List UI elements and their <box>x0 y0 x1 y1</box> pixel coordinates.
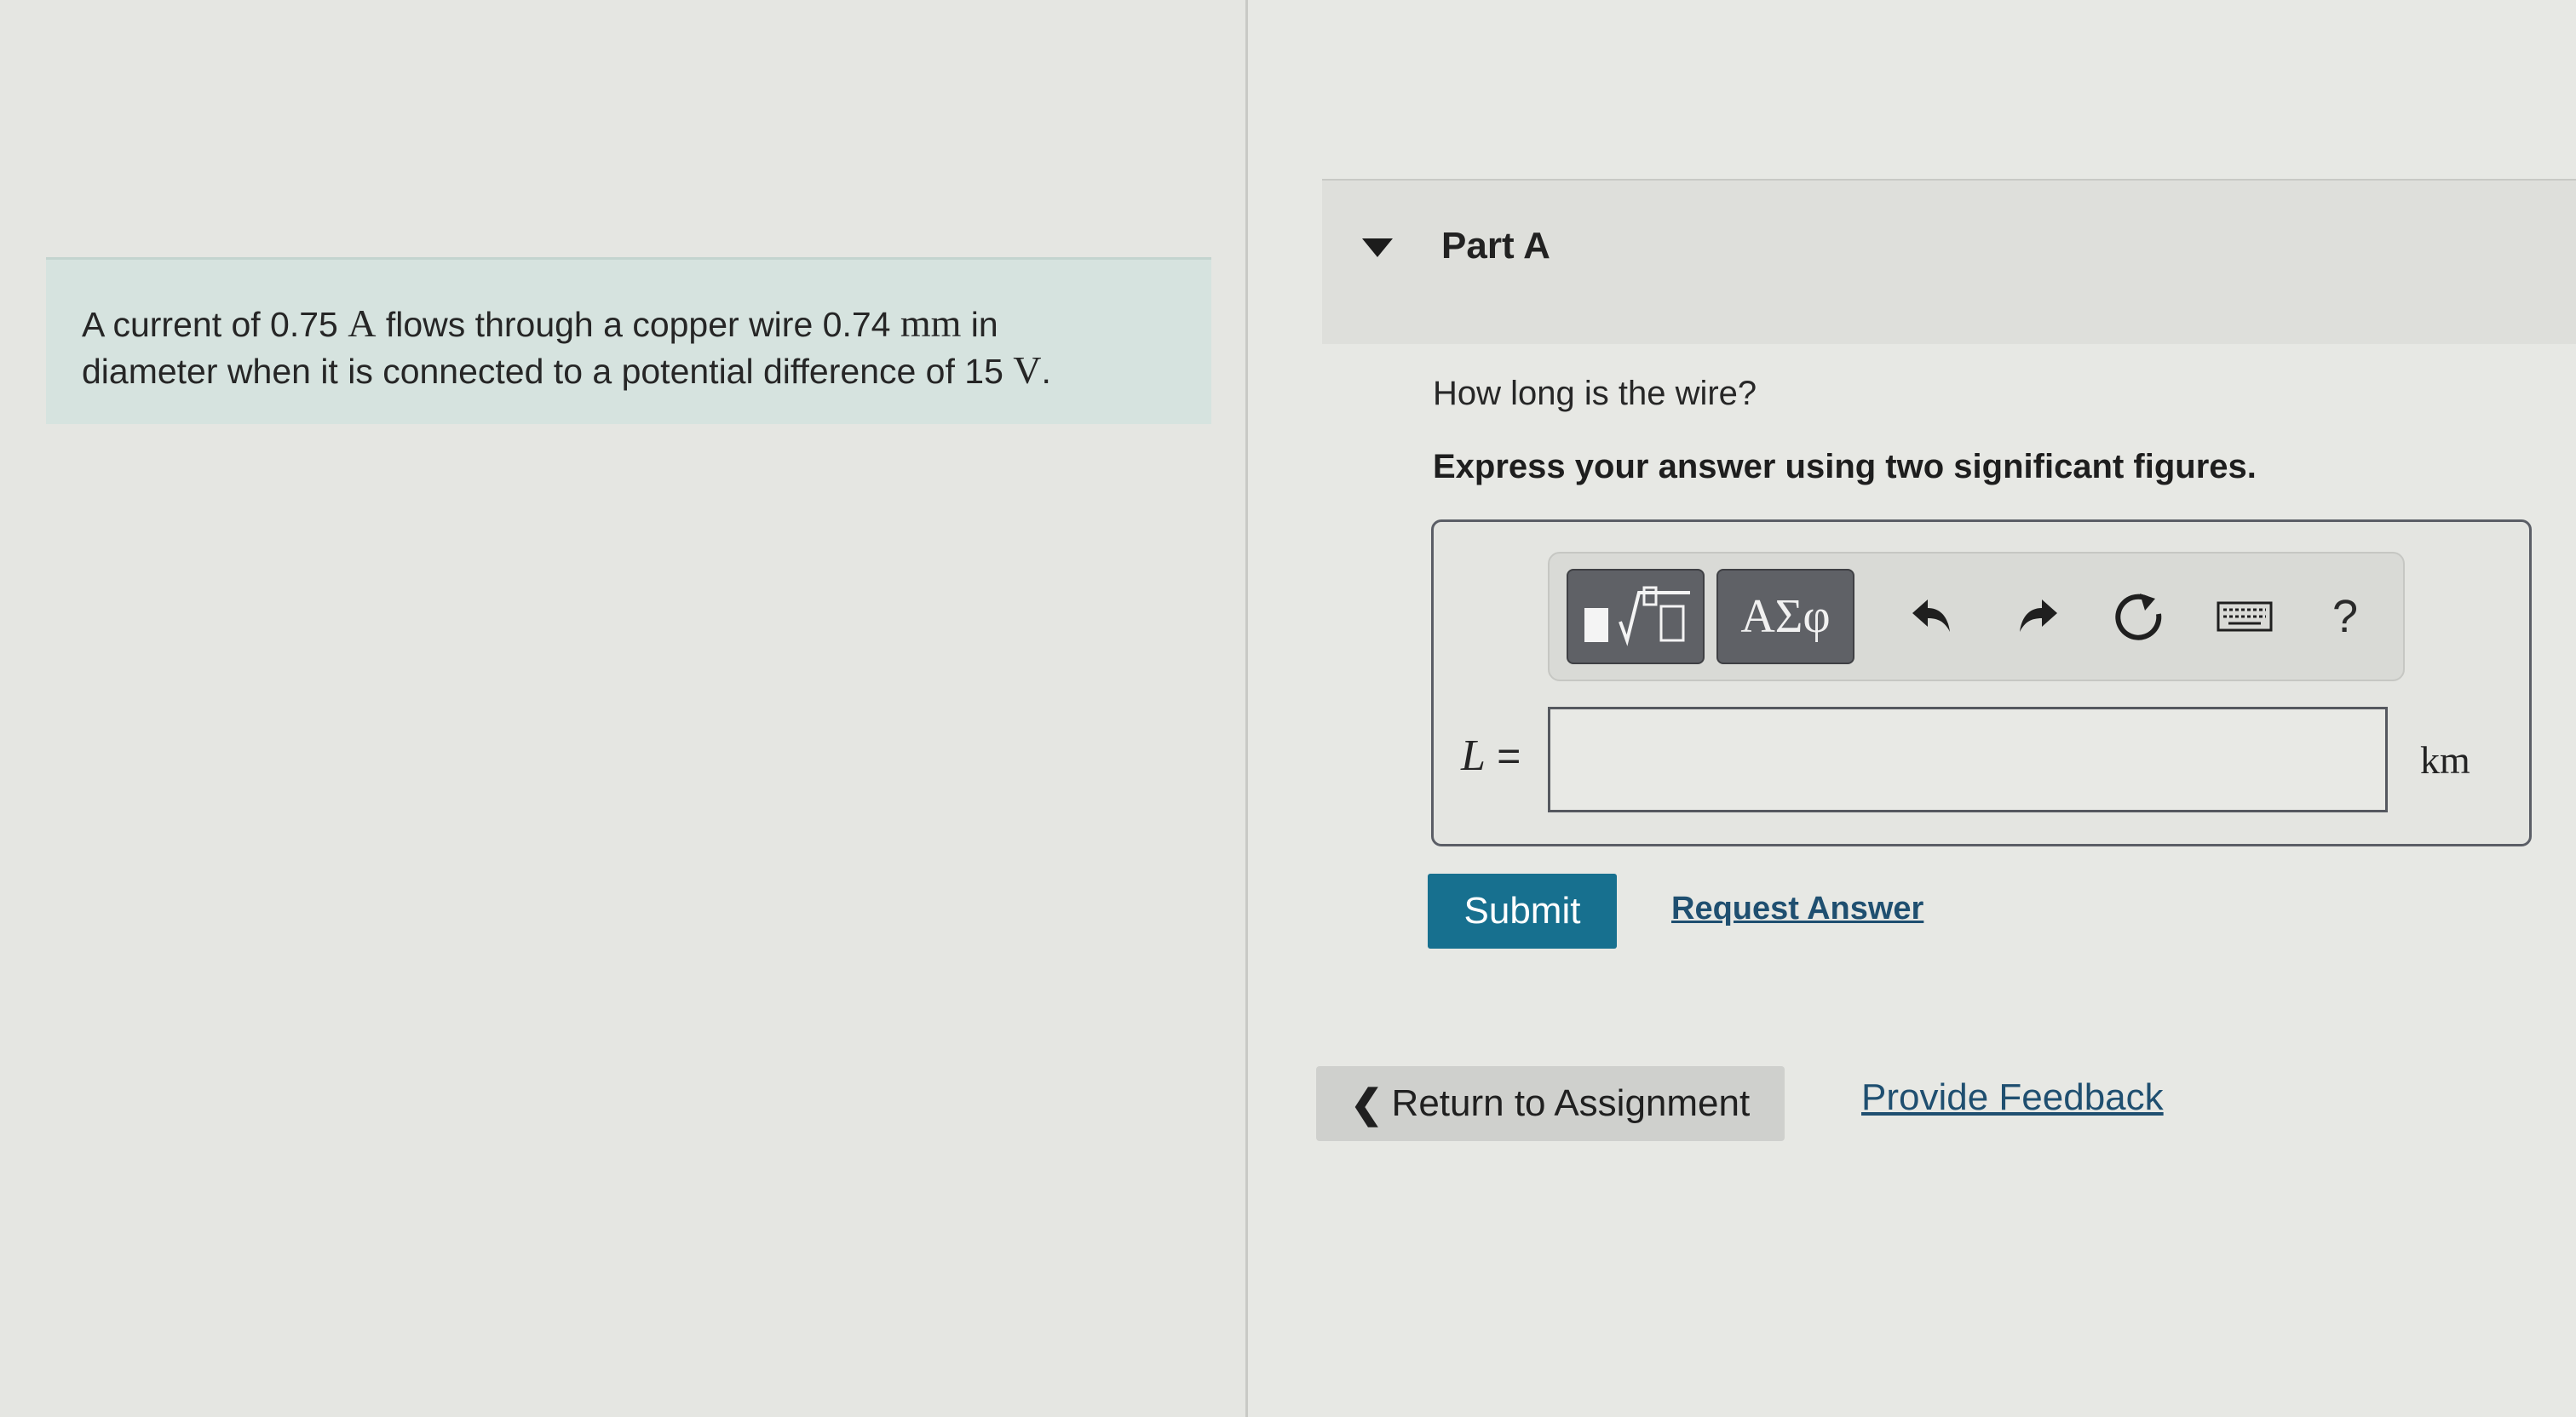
answer-unit-label: km <box>2420 738 2470 782</box>
question-text: How long is the wire? <box>1433 375 1757 412</box>
equals-sign: = <box>1497 734 1521 779</box>
templates-button[interactable] <box>1567 569 1705 664</box>
chevron-left-icon: ❮ <box>1350 1081 1383 1126</box>
submit-button[interactable]: Submit <box>1428 874 1617 949</box>
collapse-triangle-icon[interactable] <box>1362 238 1393 257</box>
keyboard-icon[interactable] <box>2202 569 2287 664</box>
problem-statement-box: A current of 0.75 A flows through a copp… <box>46 257 1211 424</box>
problem-pane: A current of 0.75 A flows through a copp… <box>0 0 1245 1417</box>
problem-text-segment: . <box>1041 352 1051 391</box>
undo-icon[interactable] <box>1890 569 1975 664</box>
variable-symbol: L <box>1461 731 1486 780</box>
answer-variable-label: L = <box>1461 731 1521 781</box>
problem-text-segment: A current of 0.75 <box>82 305 348 344</box>
problem-text-segment: diameter when it is connected to a poten… <box>82 352 1014 391</box>
request-answer-link[interactable]: Request Answer <box>1671 891 1923 927</box>
reset-icon[interactable] <box>2098 569 2183 664</box>
problem-statement: A current of 0.75 A flows through a copp… <box>82 301 1189 394</box>
problem-text-segment: in <box>961 305 998 344</box>
return-to-assignment-button[interactable]: ❮ Return to Assignment <box>1316 1066 1785 1141</box>
unit-amperes: A <box>348 301 377 345</box>
help-button[interactable]: ? <box>2303 569 2388 664</box>
symbols-button[interactable]: ΑΣφ <box>1716 569 1854 664</box>
math-toolbar: ΑΣφ ? <box>1548 552 2405 681</box>
provide-feedback-link[interactable]: Provide Feedback <box>1861 1076 2164 1119</box>
redo-icon[interactable] <box>1994 569 2079 664</box>
unit-millimeters: mm <box>900 301 962 345</box>
part-header[interactable]: Part A <box>1322 179 2576 344</box>
instruction-text: Express your answer using two significan… <box>1433 448 2257 485</box>
return-label: Return to Assignment <box>1391 1082 1751 1124</box>
answer-input[interactable] <box>1548 707 2388 812</box>
unit-volts: V <box>1013 348 1042 392</box>
part-title: Part A <box>1441 225 1550 267</box>
problem-text-segment: flows through a copper wire 0.74 <box>376 305 900 344</box>
fraction-sqrt-templates-icon <box>1584 586 1690 646</box>
